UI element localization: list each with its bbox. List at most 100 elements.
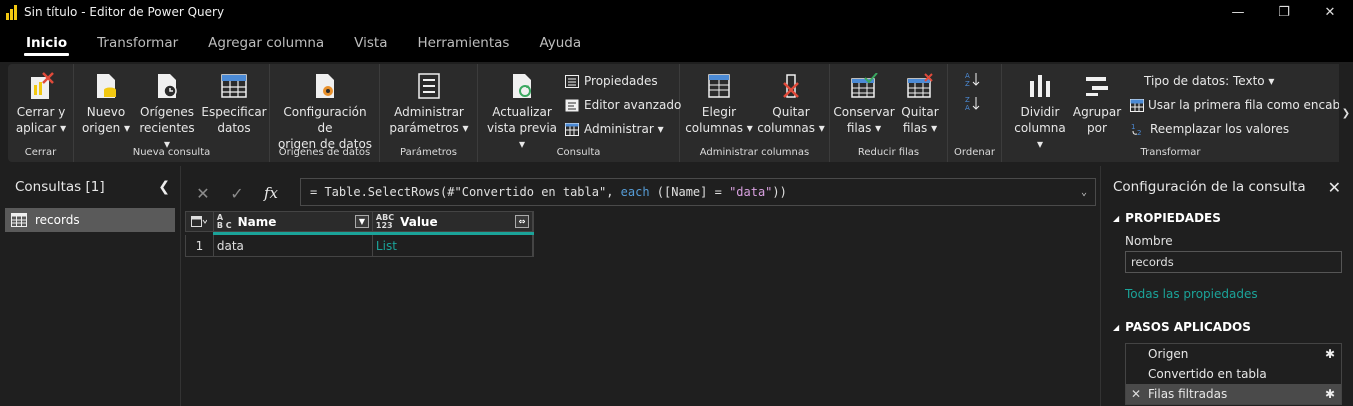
column-header-name[interactable]: AB C Name ▼ <box>214 212 373 231</box>
sort-ascending-button[interactable]: AZ <box>965 72 985 87</box>
close-window-button[interactable]: ✕ <box>1307 0 1353 24</box>
group-cerrar: Cerrar y aplicar ▾ Cerrar <box>8 64 74 162</box>
group-by-button[interactable]: Agrupar por <box>1072 70 1122 136</box>
sort-ascending-icon: AZ <box>965 72 981 87</box>
properties-button[interactable]: Propiedades <box>564 74 658 88</box>
recent-sources-icon <box>152 70 182 102</box>
remove-columns-label: Quitar columnas ▾ <box>757 105 825 135</box>
manage-query-label: Administrar ▾ <box>584 122 664 136</box>
group-consulta: Actualizar vista previa ▾ Propiedades Ed… <box>478 64 681 162</box>
fx-icon[interactable]: fx <box>254 178 288 208</box>
choose-columns-button[interactable]: Elegir columnas ▾ <box>684 70 754 136</box>
formula-suffix: )) <box>772 185 787 199</box>
group-label-parametros: Parámetros <box>400 147 457 158</box>
use-first-row-headers-label: Usar la primera fila como encabezados ▾ <box>1148 98 1339 112</box>
close-apply-icon <box>26 70 56 102</box>
group-by-icon <box>1082 70 1112 102</box>
minimize-button[interactable]: — <box>1215 0 1261 24</box>
step-convertido-en-tabla[interactable]: Convertido en tabla <box>1126 364 1341 384</box>
choose-columns-label: Elegir columnas ▾ <box>685 105 753 135</box>
replace-values-label: Reemplazar los valores <box>1150 122 1290 136</box>
advanced-editor-button[interactable]: Editor avanzado <box>564 98 681 112</box>
group-admin-columnas: Elegir columnas ▾ Quitar columnas ▾ Admi… <box>680 64 830 162</box>
split-column-button[interactable]: Dividir columna ▾ <box>1010 70 1070 152</box>
commit-formula-icon[interactable]: ✓ <box>220 178 254 208</box>
cell-value-link[interactable]: List <box>373 235 533 256</box>
query-name-input[interactable]: records <box>1125 251 1342 273</box>
manage-query-button[interactable]: Administrar ▾ <box>564 122 664 136</box>
column-header-value[interactable]: ABC 123 Value ⇔ <box>373 212 533 231</box>
remove-rows-button[interactable]: Quitar filas ▾ <box>896 70 944 136</box>
manage-parameters-button[interactable]: Administrar parámetros ▾ <box>386 70 472 136</box>
group-label-admin-columnas: Administrar columnas <box>699 147 810 158</box>
advanced-editor-icon <box>564 98 580 112</box>
formula-prefix: = Table.SelectRows(#"Convertido en tabla… <box>310 185 621 199</box>
window-title: Sin título - Editor de Power Query <box>24 5 225 19</box>
ribbon-scroll-right-icon[interactable]: ❯ <box>1339 64 1353 162</box>
maximize-button[interactable]: ❐ <box>1261 0 1307 24</box>
gear-icon[interactable]: ✱ <box>1325 387 1335 401</box>
tab-inicio[interactable]: Inicio <box>14 24 79 62</box>
delete-step-icon[interactable]: ✕ <box>1131 387 1141 401</box>
name-label: Nombre <box>1125 234 1173 248</box>
applied-steps-list: Origen ✱ Convertido en tabla ✕ Filas fil… <box>1125 343 1342 405</box>
formula-keyword: each <box>620 185 650 199</box>
data-type-dropdown[interactable]: Tipo de datos: Texto ▾ <box>1144 74 1274 88</box>
column-value-label: Value <box>400 214 438 229</box>
sort-descending-button[interactable]: ZA <box>965 96 985 111</box>
collapse-triangle-icon: ◢ <box>1113 213 1120 223</box>
close-apply-label: Cerrar y aplicar ▾ <box>15 105 67 135</box>
close-apply-button[interactable]: Cerrar y aplicar ▾ <box>14 70 68 136</box>
remove-columns-button[interactable]: Quitar columnas ▾ <box>756 70 826 136</box>
sort-descending-icon: ZA <box>965 96 981 111</box>
properties-section[interactable]: ◢ PROPIEDADES <box>1101 208 1353 228</box>
step-filas-filtradas[interactable]: ✕ Filas filtradas ✱ <box>1126 384 1341 404</box>
cancel-formula-icon[interactable]: ✕ <box>186 178 220 208</box>
tab-ayuda[interactable]: Ayuda <box>527 24 593 62</box>
close-settings-icon[interactable]: ✕ <box>1328 178 1341 197</box>
tab-vista[interactable]: Vista <box>342 24 399 62</box>
keep-rows-button[interactable]: Conservar filas ▾ <box>833 70 895 136</box>
group-label-reducir-filas: Reducir filas <box>857 147 920 158</box>
formula-string: "data" <box>729 185 773 199</box>
table-menu-icon[interactable] <box>186 212 214 231</box>
refresh-preview-button[interactable]: Actualizar vista previa ▾ <box>484 70 560 152</box>
keep-rows-icon <box>849 70 879 102</box>
recent-sources-button[interactable]: Orígenes recientes ▾ <box>136 70 198 152</box>
advanced-editor-label: Editor avanzado <box>584 98 682 112</box>
use-first-row-headers-button[interactable]: Usar la primera fila como encabezados ▾ <box>1130 98 1339 112</box>
cell-name[interactable]: data <box>214 235 373 256</box>
new-source-button[interactable]: Nuevo origen ▾ <box>80 70 132 136</box>
formula-middle: ([Name] = <box>649 185 730 199</box>
group-label-nueva-consulta: Nueva consulta <box>132 147 211 158</box>
enter-data-button[interactable]: Especificar datos <box>201 70 267 136</box>
group-label-origenes: Orígenes de datos <box>278 147 371 158</box>
expand-formula-icon[interactable]: ⌄ <box>1073 179 1095 205</box>
gear-icon[interactable]: ✱ <box>1325 347 1335 361</box>
power-bi-logo-icon <box>6 4 18 20</box>
group-parametros: Administrar parámetros ▾ Parámetros <box>380 64 478 162</box>
expand-column-icon[interactable]: ⇔ <box>515 215 529 228</box>
tab-agregar-columna[interactable]: Agregar columna <box>196 24 336 62</box>
filter-active-icon[interactable]: ▼ <box>354 215 369 228</box>
collapse-queries-icon[interactable]: ❮ <box>158 179 170 195</box>
group-label-cerrar: Cerrar <box>24 147 57 158</box>
data-preview-area: ✕ ✓ fx = Table.SelectRows(#"Convertido e… <box>182 166 1100 406</box>
refresh-preview-label: Actualizar vista previa ▾ <box>486 105 558 151</box>
query-settings-title: Configuración de la consulta <box>1113 179 1306 195</box>
applied-steps-section[interactable]: ◢ PASOS APLICADOS <box>1101 317 1353 337</box>
manage-parameters-label: Administrar parámetros ▾ <box>389 105 469 135</box>
tab-herramientas[interactable]: Herramientas <box>405 24 521 62</box>
replace-values-button[interactable]: 12 Reemplazar los valores <box>1130 122 1289 136</box>
group-origenes: Configuración de origen de datos Orígene… <box>270 64 380 162</box>
group-ordenar: AZ ZA Ordenar <box>948 64 1002 162</box>
data-source-settings-button[interactable]: Configuración de origen de datos <box>274 70 376 152</box>
tab-transformar[interactable]: Transformar <box>85 24 190 62</box>
query-item-records[interactable]: records <box>5 208 175 232</box>
all-properties-link[interactable]: Todas las propiedades <box>1101 287 1353 301</box>
step-origen[interactable]: Origen ✱ <box>1126 344 1341 364</box>
split-column-icon <box>1025 70 1055 102</box>
formula-bar-input[interactable]: = Table.SelectRows(#"Convertido en tabla… <box>300 178 1096 206</box>
keep-rows-label: Conservar filas ▾ <box>833 105 895 135</box>
new-source-label: Nuevo origen ▾ <box>81 105 131 135</box>
